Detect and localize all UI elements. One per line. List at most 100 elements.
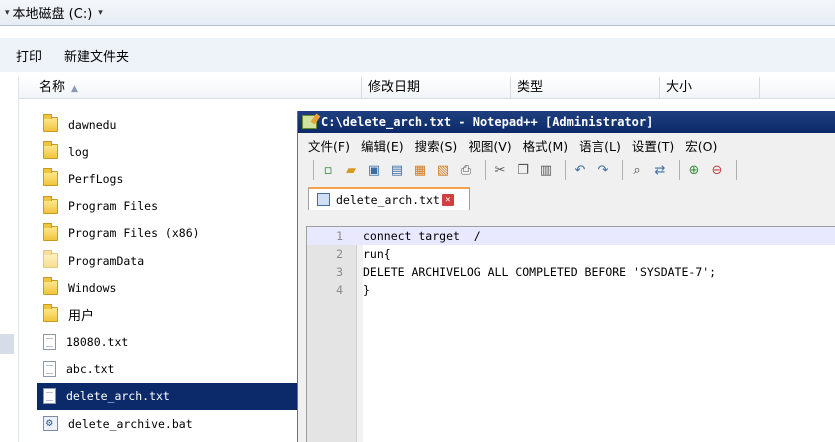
toolbar-separator: [679, 160, 680, 180]
code-lines: 1 connect target / 2 run{ 3 DELETE ARCHI…: [307, 227, 835, 299]
list-item[interactable]: dawnedu: [37, 111, 297, 138]
code-line[interactable]: 3 DELETE ARCHIVELOG ALL COMPLETED BEFORE…: [307, 263, 835, 281]
notepadpp-icon: [302, 115, 317, 129]
file-name: delete_arch.txt: [66, 389, 170, 404]
save-all-icon[interactable]: ▤: [388, 161, 406, 179]
folder-icon: [43, 277, 58, 296]
menu-language[interactable]: 语言(L): [579, 136, 621, 155]
window-title: C:\delete_arch.txt - Notepad++ [Administ…: [321, 115, 654, 129]
redo-icon[interactable]: ↷: [594, 161, 612, 179]
command-bar: 打印 新建文件夹: [0, 38, 835, 72]
code-line[interactable]: 2 run{: [307, 245, 835, 263]
list-item[interactable]: ProgramData: [37, 247, 297, 274]
list-item[interactable]: Program Files (x86): [37, 220, 297, 247]
file-name: abc.txt: [66, 362, 115, 377]
list-item[interactable]: abc.txt: [37, 356, 297, 383]
toolbar-separator: [485, 160, 486, 180]
menu-macro[interactable]: 宏(O): [685, 136, 717, 155]
line-number: 4: [336, 283, 343, 297]
zoom-out-icon[interactable]: ⊖: [708, 161, 726, 179]
copy-icon[interactable]: ❐: [514, 161, 532, 179]
menu-format[interactable]: 格式(M): [523, 136, 569, 155]
code-line[interactable]: 4 }: [307, 281, 835, 299]
breadcrumb-chevron-icon[interactable]: ▾: [5, 8, 10, 18]
list-item[interactable]: log: [37, 138, 297, 165]
address-bar[interactable]: ▾ 本地磁盘 (C:) ▾: [0, 0, 835, 26]
folder-icon: [43, 304, 58, 323]
list-item[interactable]: 18080.txt: [37, 329, 297, 356]
list-item[interactable]: 用户: [37, 301, 297, 328]
text-file-icon: [43, 388, 56, 405]
list-item[interactable]: delete_archive.bat: [37, 410, 297, 437]
tab-delete-arch[interactable]: delete_arch.txt ✕: [308, 187, 470, 210]
toolbar: ▫ ▰ ▣ ▤ ▦ ▧ ⎙ ✂ ❐ ▥ ↶ ↷ ⌕ ⇄ ⊕ ⊖: [298, 157, 835, 183]
column-date[interactable]: 修改日期: [362, 77, 511, 99]
close-icon[interactable]: ✕: [441, 193, 454, 206]
save-icon[interactable]: ▣: [365, 161, 383, 179]
new-folder-button[interactable]: 新建文件夹: [64, 46, 129, 65]
toolbar-separator: [622, 160, 623, 180]
breadcrumb-drive[interactable]: 本地磁盘 (C:): [13, 3, 93, 22]
new-file-icon[interactable]: ▫: [319, 161, 337, 179]
print-button[interactable]: 打印: [16, 46, 42, 65]
close-all-icon[interactable]: ▧: [434, 161, 452, 179]
list-item[interactable]: Program Files: [37, 193, 297, 220]
column-name-label: 名称: [39, 80, 66, 95]
saved-file-icon: [317, 193, 330, 206]
text-file-icon: [43, 334, 56, 351]
menu-bar: 文件(F) 编辑(E) 搜索(S) 视图(V) 格式(M) 语言(L) 设置(T…: [298, 133, 835, 157]
folder-icon: [43, 195, 58, 214]
folder-icon: [43, 114, 58, 133]
line-number: 2: [336, 247, 343, 261]
toolbar-separator: [736, 160, 737, 180]
folder-icon: [43, 168, 58, 187]
list-item[interactable]: PerfLogs: [37, 165, 297, 192]
list-item[interactable]: Windows: [37, 274, 297, 301]
menu-view[interactable]: 视图(V): [468, 136, 511, 155]
line-text: connect target /: [363, 229, 481, 243]
nav-selected-item[interactable]: [0, 334, 14, 354]
notepadpp-window: C:\delete_arch.txt - Notepad++ [Administ…: [297, 111, 835, 442]
sort-up-icon: ▲: [71, 84, 78, 94]
navigation-pane[interactable]: [0, 77, 19, 442]
toolbar-separator: [313, 160, 314, 180]
column-header-row: 名称 ▲ 修改日期 类型 大小: [19, 77, 835, 99]
folder-icon: [43, 141, 58, 160]
text-file-icon: [43, 361, 56, 378]
file-name: delete_archive.bat: [68, 416, 193, 431]
find-icon[interactable]: ⌕: [628, 161, 646, 179]
toolbar-separator: [565, 160, 566, 180]
editor-area[interactable]: 1 connect target / 2 run{ 3 DELETE ARCHI…: [306, 226, 835, 442]
code-line-current[interactable]: 1 connect target /: [307, 227, 835, 245]
column-name[interactable]: 名称 ▲: [19, 77, 362, 99]
zoom-in-icon[interactable]: ⊕: [685, 161, 703, 179]
column-type[interactable]: 类型: [511, 77, 660, 99]
print-icon[interactable]: ⎙: [457, 161, 475, 179]
list-item-selected[interactable]: delete_arch.txt: [37, 382, 297, 411]
cut-icon[interactable]: ✂: [491, 161, 509, 179]
file-name: Windows: [68, 280, 117, 295]
line-text: run{: [363, 247, 391, 261]
column-size[interactable]: 大小: [660, 77, 760, 99]
folder-icon: [43, 250, 58, 269]
line-text: DELETE ARCHIVELOG ALL COMPLETED BEFORE '…: [363, 265, 717, 279]
replace-icon[interactable]: ⇄: [651, 161, 669, 179]
file-name: Program Files: [68, 199, 159, 214]
folder-icon: [43, 222, 58, 241]
paste-icon[interactable]: ▥: [537, 161, 555, 179]
menu-file[interactable]: 文件(F): [308, 136, 350, 155]
tab-label: delete_arch.txt: [336, 192, 440, 207]
line-number: 1: [336, 229, 343, 243]
file-list: dawnedu log PerfLogs Program Files Progr…: [37, 111, 297, 437]
menu-search[interactable]: 搜索(S): [415, 136, 458, 155]
undo-icon[interactable]: ↶: [571, 161, 589, 179]
open-file-icon[interactable]: ▰: [342, 161, 360, 179]
tab-bar: delete_arch.txt ✕: [298, 183, 835, 210]
menu-settings[interactable]: 设置(T): [632, 136, 674, 155]
file-name: Program Files (x86): [68, 226, 200, 241]
close-file-icon[interactable]: ▦: [411, 161, 429, 179]
breadcrumb-dropdown-icon[interactable]: ▾: [98, 8, 103, 18]
file-name: 用户: [68, 309, 95, 325]
menu-edit[interactable]: 编辑(E): [361, 136, 404, 155]
window-title-bar[interactable]: C:\delete_arch.txt - Notepad++ [Administ…: [298, 111, 835, 133]
